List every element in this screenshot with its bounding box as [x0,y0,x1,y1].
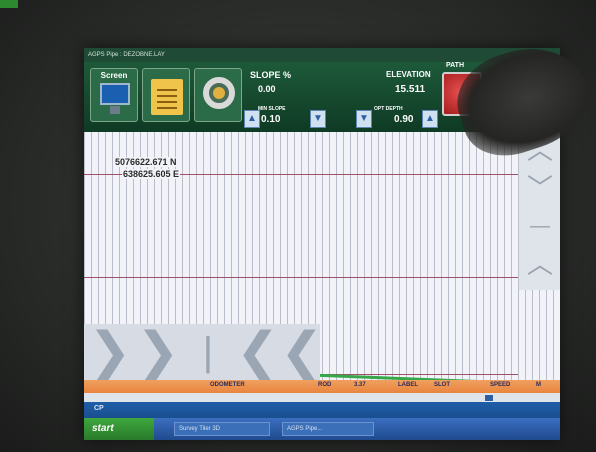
chevron-left-icon[interactable]: ❮ [280,324,324,380]
elevation-value: 15.511 [395,84,426,95]
opt-depth-label: OPT DEPTH [374,106,403,112]
min-slope-value: 0.10 [261,114,281,125]
easting-readout: 638625.605 E [122,169,181,179]
wheel-icon [203,77,235,109]
path-label: PATH [446,62,465,69]
document-button[interactable] [142,68,190,122]
slot-label[interactable]: SLOT [434,382,450,388]
opt-depth-value: 0.90 [394,114,414,125]
chevron-right-icon[interactable]: ❯ [88,324,132,380]
taskbar: start Survey Tiler 3D AGPS Pipe... [84,418,560,440]
chevron-right-icon[interactable]: ❯ [136,324,180,380]
chevron-down-icon[interactable]: ﹀ [519,170,560,206]
opt-depth-up-arrow-icon[interactable]: ▲ [422,110,438,128]
speed-unit: M [536,382,541,388]
northing-readout: 5076622.671 N [114,157,178,167]
odometer-label[interactable]: ODOMETER [210,382,245,388]
elevation-label: ELEVATION [386,70,431,79]
grid-reference-line [84,277,518,278]
opt-depth-down-arrow-icon[interactable]: ▼ [356,110,372,128]
bar-icon[interactable]: — [519,208,560,244]
label-label[interactable]: LABEL [398,382,418,388]
min-slope-down-arrow-icon[interactable]: ▼ [310,110,326,128]
zoom-nav-column: ︿ ﹀ — ︿ [518,132,560,290]
start-button[interactable]: start [84,418,154,440]
min-slope-label: MIN SLOPE [258,106,286,112]
bar-icon[interactable]: | [200,324,216,380]
rod-value: 3.37 [354,382,366,388]
document-icon [151,79,183,115]
taskbar-item[interactable]: AGPS Pipe... [282,422,374,436]
status-row: ODOMETER ROD 3.37 LABEL SLOT SPEED M [84,380,560,402]
status-square-icon[interactable] [484,394,494,402]
wheel-button[interactable] [194,68,242,122]
screen-button[interactable]: Screen [90,68,138,122]
slope-label: SLOPE % [250,70,292,80]
speed-label[interactable]: SPEED [490,382,510,388]
corner-mark [0,0,18,8]
pan-controls: ❯ ❯ | ❮ ❮ [84,324,324,380]
screen-button-label: Screen [100,71,128,80]
chevron-up-icon[interactable]: ︿ [519,246,560,282]
chevron-left-icon[interactable]: ❮ [236,324,280,380]
taskbar-item[interactable]: Survey Tiler 3D [174,422,270,436]
slope-value: 0.00 [258,84,276,94]
bottom-bar: CP [84,402,560,418]
monitor-stand-icon [110,106,120,114]
rod-label[interactable]: ROD [318,382,331,388]
monitor-icon [100,83,130,105]
min-slope-up-arrow-icon[interactable]: ▲ [244,110,260,128]
cp-label[interactable]: CP [94,405,104,412]
